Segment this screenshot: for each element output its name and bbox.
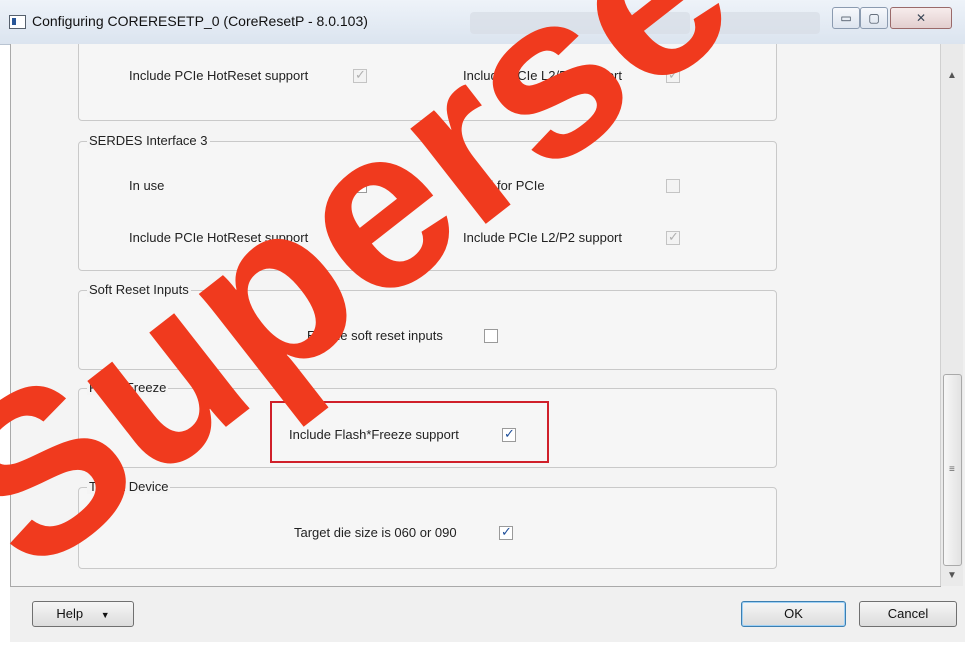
check-icon: ✓ (355, 67, 366, 82)
help-button[interactable]: Help ▼ (32, 601, 134, 627)
serdes2-hotreset-checkbox[interactable]: ✓ (353, 67, 367, 83)
grip-icon: ≡ (949, 464, 955, 475)
serdes3-hotreset-checkbox[interactable]: ✓ (353, 229, 367, 245)
serdes2-hotreset-label: Include PCIe HotReset support (129, 68, 309, 83)
highlight-box (270, 401, 549, 463)
scroll-up-icon[interactable]: ▲ (945, 70, 959, 81)
serdes3-l2p2-checkbox[interactable]: ✓ (666, 229, 680, 245)
help-label: Help (56, 606, 84, 621)
ok-button[interactable]: OK (741, 601, 846, 627)
scrollbar-thumb[interactable]: ≡ (943, 374, 962, 566)
options-scroll-pane: Include PCIe HotReset support ✓ Include … (10, 44, 941, 587)
serdes3-inuse-label: In use (129, 178, 165, 193)
check-icon: ✓ (668, 229, 679, 244)
app-icon (9, 15, 26, 29)
group-title: Soft Reset Inputs (87, 282, 191, 297)
soft-reset-enable-checkbox[interactable] (484, 329, 498, 343)
soft-reset-enable-label: Enable soft reset inputs (307, 328, 443, 343)
group-title: Flash*Freeze (87, 380, 169, 395)
cancel-button[interactable]: Cancel (859, 601, 957, 627)
group-target-device: Target Device Target die size is 060 or … (78, 479, 777, 569)
title-bar: Configuring CORERESETP_0 (CoreResetP - 8… (0, 0, 965, 45)
check-icon: ✓ (501, 524, 512, 539)
target-die-label: Target die size is 060 or 090 (294, 525, 457, 540)
serdes3-pcie-label: Used for PCIe (463, 178, 545, 193)
group-serdes-3: SERDES Interface 3 In use Used for PCIe … (78, 133, 777, 271)
check-icon: ✓ (355, 229, 366, 244)
window-title: Configuring CORERESETP_0 (CoreResetP - 8… (32, 13, 368, 29)
group-title: SERDES Interface 3 (87, 133, 210, 148)
group-title: Target Device (87, 479, 171, 494)
background-tab (705, 12, 820, 34)
vertical-scrollbar[interactable]: ▲ ≡ ▼ (940, 44, 963, 586)
target-die-checkbox[interactable]: ✓ (499, 524, 513, 540)
serdes3-pcie-checkbox[interactable] (666, 179, 680, 193)
background-tab (470, 12, 690, 34)
check-icon: ✓ (668, 67, 679, 82)
scroll-down-icon[interactable]: ▼ (945, 570, 959, 581)
group-soft-reset: Soft Reset Inputs Enable soft reset inpu… (78, 282, 777, 370)
maximize-button[interactable]: ▢ (860, 7, 888, 29)
dropdown-arrow-icon: ▼ (100, 610, 110, 620)
serdes3-hotreset-label: Include PCIe HotReset support (129, 230, 309, 245)
group-serdes-2: Include PCIe HotReset support ✓ Include … (78, 44, 777, 121)
serdes2-l2p2-checkbox[interactable]: ✓ (666, 67, 680, 83)
close-button[interactable]: ✕ (890, 7, 952, 29)
minimize-button[interactable]: ▭ (832, 7, 860, 29)
serdes3-inuse-checkbox[interactable] (353, 179, 367, 193)
serdes3-l2p2-label: Include PCIe L2/P2 support (463, 230, 622, 245)
serdes2-l2p2-label: Include PCIe L2/P2 support (463, 68, 622, 83)
